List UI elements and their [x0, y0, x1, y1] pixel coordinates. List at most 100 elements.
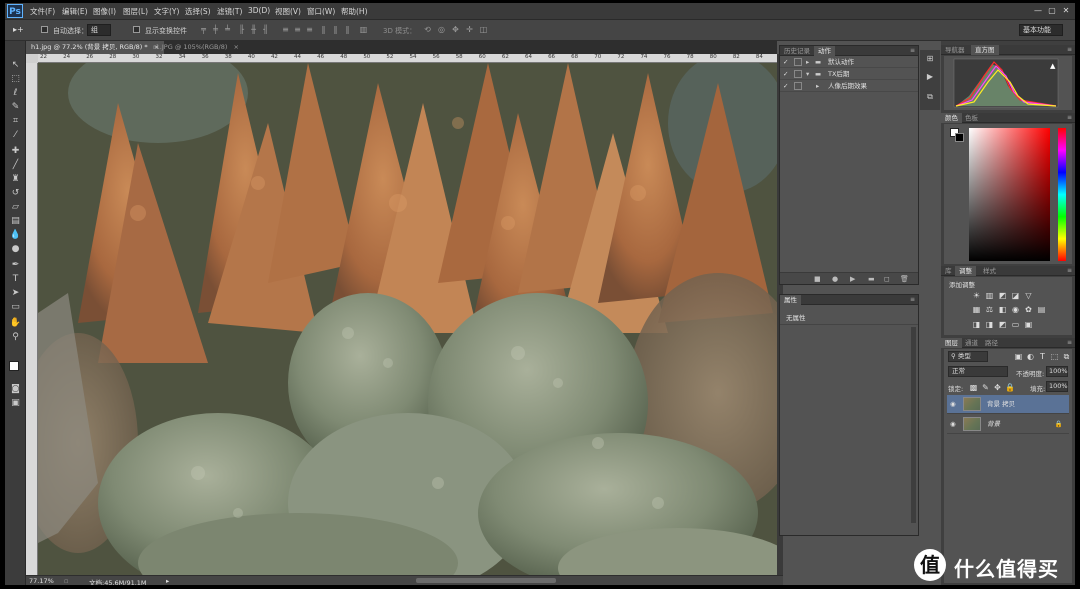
panel-menu-icon[interactable]: ≡	[1067, 46, 1072, 53]
zoom-tool-icon[interactable]: ⚲	[9, 331, 22, 343]
pen-tool-icon[interactable]: ✒	[9, 259, 22, 271]
auto-select-dropdown[interactable]: 组	[87, 24, 111, 36]
hand-tool-icon[interactable]: ✋	[9, 317, 22, 329]
play-icon[interactable]: ▶	[850, 275, 855, 283]
delete-icon[interactable]: 🗑	[900, 275, 909, 283]
filter-smart-icon[interactable]: ⧉	[1062, 352, 1071, 361]
distribute-left-icon[interactable]: ‖	[319, 25, 328, 34]
filter-type-icon[interactable]: T	[1038, 352, 1047, 361]
align-bottom-icon[interactable]: ╧	[223, 25, 232, 34]
auto-align-icon[interactable]: ▥	[359, 25, 368, 34]
menu-window[interactable]: 窗口(W)	[307, 6, 335, 17]
record-icon[interactable]: ●	[832, 275, 838, 283]
tab-adjustments[interactable]: 调整	[955, 266, 976, 276]
lock-pixels-icon[interactable]: ✎	[981, 383, 990, 392]
panel-menu-icon[interactable]: ≡	[1067, 267, 1072, 274]
tab-libraries[interactable]: 库	[941, 266, 956, 276]
action-set-row[interactable]: ✓ ▾ ▬ TX后期	[780, 69, 918, 80]
tab-properties[interactable]: 属性	[780, 295, 801, 305]
tab-actions[interactable]: 动作	[814, 46, 835, 56]
hue-slider[interactable]	[1058, 128, 1066, 261]
tab-navigator[interactable]: 导航器	[941, 45, 969, 55]
opacity-input[interactable]: 100%	[1046, 366, 1068, 377]
action-item-row[interactable]: ✓ ▸ 人像后期效果	[780, 81, 918, 92]
layer-kind-filter[interactable]: ⚲ 类型	[948, 351, 988, 362]
new-set-icon[interactable]: ▬	[868, 275, 875, 283]
filter-adjustment-icon[interactable]: ◐	[1026, 352, 1035, 361]
doc-tab-close-icon[interactable]: ×	[233, 43, 238, 51]
type-tool-icon[interactable]: T	[9, 273, 22, 285]
align-vcenter-icon[interactable]: ╪	[211, 25, 220, 34]
filter-pixel-icon[interactable]: ▣	[1014, 352, 1023, 361]
gradient-map-icon[interactable]: ▭	[1011, 320, 1020, 329]
ruler-origin[interactable]	[26, 54, 38, 63]
move-tool-icon[interactable]: ▸+	[13, 25, 24, 34]
align-right-icon[interactable]: ╢	[261, 25, 270, 34]
panel-menu-icon[interactable]: ≡	[910, 296, 915, 303]
canvas-horizontal-scrollbar[interactable]	[416, 578, 556, 583]
exposure-icon[interactable]: ◪	[1011, 291, 1020, 300]
doc-tab-r1[interactable]: r1.JPG @ 105%(RGB/8) ×	[148, 41, 244, 54]
action-set-row[interactable]: ✓ ▸ ▬ 默认动作	[780, 57, 918, 68]
vertical-ruler[interactable]	[26, 63, 38, 575]
properties-scrollbar[interactable]	[911, 327, 916, 523]
lasso-tool-icon[interactable]: ℓ	[9, 87, 22, 99]
status-arrow-icon[interactable]: ▸	[166, 577, 169, 585]
clone-stamp-tool-icon[interactable]: ♜	[9, 173, 22, 185]
color-lookup-icon[interactable]: ▤	[1037, 305, 1046, 314]
layer-name[interactable]: 背景	[987, 415, 1000, 434]
brush-tool-icon[interactable]: ╱	[9, 159, 22, 171]
black-white-icon[interactable]: ◧	[998, 305, 1007, 314]
tab-color[interactable]: 颜色	[941, 113, 962, 123]
minimize-button[interactable]: —	[1033, 5, 1043, 16]
shape-tool-icon[interactable]: ▭	[9, 301, 22, 313]
toggle-check-icon[interactable]: ✓	[783, 81, 788, 92]
doc-tab-h1[interactable]: h1.jpg @ 77.2% (背景 拷贝, RGB/8) * ×	[26, 41, 165, 54]
toggle-check-icon[interactable]: ✓	[783, 69, 788, 80]
menu-view[interactable]: 视图(V)	[275, 6, 301, 17]
distribute-right-icon[interactable]: ‖	[343, 25, 352, 34]
menu-layer[interactable]: 图层(L)	[123, 6, 148, 17]
path-select-tool-icon[interactable]: ➤	[9, 287, 22, 299]
expand-arrow-icon[interactable]: ▸	[806, 57, 809, 68]
quick-mask-icon[interactable]: ◙	[9, 383, 22, 395]
move-tool-icon[interactable]: ↖	[9, 59, 22, 71]
menu-select[interactable]: 选择(S)	[185, 6, 211, 17]
horizontal-ruler[interactable]: 22 24 26 28 30 32 34 36 38 40 42 44 46 48 50 52 54 56 58 60…	[38, 54, 777, 63]
photo-filter-icon[interactable]: ◉	[1011, 305, 1020, 314]
channel-mixer-icon[interactable]: ✿	[1024, 305, 1033, 314]
distribute-bottom-icon[interactable]: ≡	[305, 25, 314, 34]
3d-pan-icon[interactable]: ✥	[451, 25, 460, 34]
tab-histogram[interactable]: 直方图	[971, 45, 999, 55]
3d-orbit-icon[interactable]: ⟲	[423, 25, 432, 34]
layer-name[interactable]: 背景 拷贝	[987, 395, 1015, 414]
healing-tool-icon[interactable]: ✚	[9, 145, 22, 157]
menu-type[interactable]: 文字(Y)	[154, 6, 179, 17]
marquee-tool-icon[interactable]: ⬚	[9, 73, 22, 85]
dialog-toggle-icon[interactable]	[794, 70, 802, 78]
vibrance-icon[interactable]: ▽	[1024, 291, 1033, 300]
invert-icon[interactable]: ◨	[972, 320, 981, 329]
tab-channels[interactable]: 通道	[961, 338, 982, 348]
new-action-icon[interactable]: ◻	[884, 275, 890, 283]
auto-select-checkbox[interactable]	[41, 26, 48, 33]
3d-scale-icon[interactable]: ◫	[479, 25, 488, 34]
fill-input[interactable]: 100%	[1046, 381, 1068, 392]
menu-help[interactable]: 帮助(H)	[341, 6, 368, 17]
hue-saturation-icon[interactable]: ▦	[972, 305, 981, 314]
restore-button[interactable]: ▢	[1047, 5, 1057, 16]
tab-swatches[interactable]: 色板	[961, 113, 982, 123]
menu-3d[interactable]: 3D(D)	[248, 6, 270, 15]
distribute-vcenter-icon[interactable]: ≡	[293, 25, 302, 34]
filter-shape-icon[interactable]: ⬚	[1050, 352, 1059, 361]
eyedropper-tool-icon[interactable]: ⁄	[9, 129, 22, 141]
posterize-icon[interactable]: ◨	[985, 320, 994, 329]
visibility-eye-icon[interactable]: ◉	[950, 415, 956, 434]
stop-icon[interactable]: ■	[814, 275, 821, 283]
color-balance-icon[interactable]: ⚖	[985, 305, 994, 314]
visibility-eye-icon[interactable]: ◉	[950, 395, 956, 414]
menu-image[interactable]: 图像(I)	[93, 6, 116, 17]
color-field[interactable]	[969, 128, 1050, 261]
tab-styles[interactable]: 样式	[979, 266, 1000, 276]
workspace-dropdown[interactable]: 基本功能	[1019, 24, 1063, 36]
